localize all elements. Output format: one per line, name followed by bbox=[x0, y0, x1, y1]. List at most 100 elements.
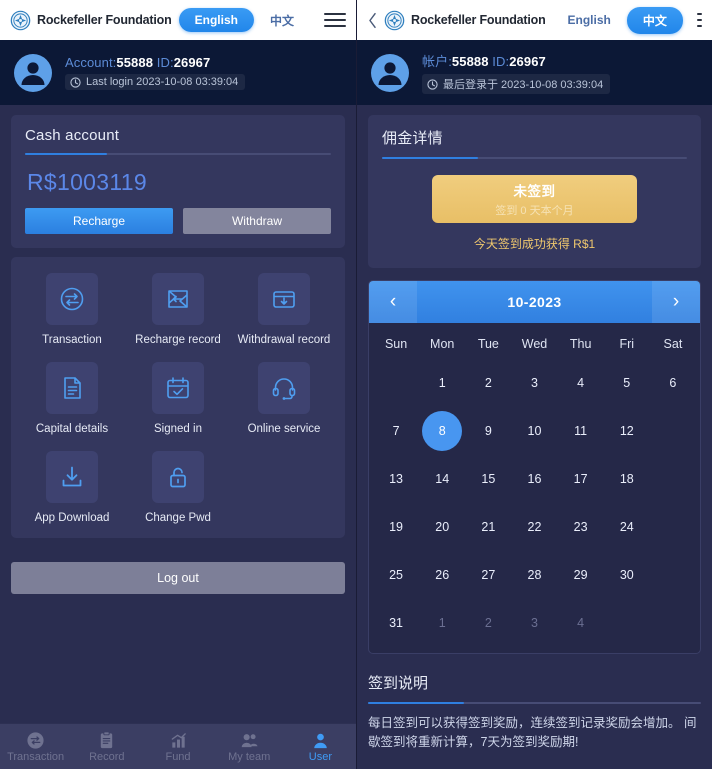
calendar-day-number: 11 bbox=[574, 424, 588, 438]
back-arrow-icon[interactable] bbox=[367, 7, 378, 33]
nav-item-transaction[interactable]: Transaction bbox=[0, 730, 71, 763]
calendar-next-month-button[interactable]: › bbox=[652, 281, 700, 323]
calendar-day[interactable]: 25 bbox=[373, 555, 419, 595]
commission-card: 佣金详情 未签到 签到 0 天本个月 今天签到成功获得 R$1 bbox=[368, 115, 701, 268]
calendar-day[interactable]: 30 bbox=[604, 555, 650, 595]
calendar-day[interactable]: 15 bbox=[465, 459, 511, 499]
calendar-day-number bbox=[653, 507, 693, 547]
record-nav-icon bbox=[97, 730, 117, 750]
tile-capital-details[interactable]: Capital details bbox=[19, 362, 125, 435]
left-lang-english[interactable]: English bbox=[178, 8, 254, 32]
calendar-day[interactable]: 5 bbox=[604, 363, 650, 403]
calendar-day[interactable]: 23 bbox=[558, 507, 604, 547]
calendar-day[interactable]: 1 bbox=[419, 363, 465, 403]
capital-details-icon bbox=[46, 362, 98, 414]
commission-title: 佣金详情 bbox=[382, 130, 443, 147]
calendar-day[interactable]: 26 bbox=[419, 555, 465, 595]
calendar-day[interactable]: 24 bbox=[604, 507, 650, 547]
calendar-day bbox=[650, 459, 696, 499]
sign-in-button[interactable]: 未签到 签到 0 天本个月 bbox=[432, 175, 637, 223]
nav-label: User bbox=[308, 751, 333, 763]
nav-item-user[interactable]: User bbox=[285, 730, 356, 763]
withdraw-button[interactable]: Withdraw bbox=[183, 208, 331, 234]
nav-item-record[interactable]: Record bbox=[71, 730, 142, 763]
calendar-day[interactable]: 6 bbox=[650, 363, 696, 403]
calendar-day bbox=[650, 507, 696, 547]
tile-recharge-record[interactable]: Recharge record bbox=[125, 273, 231, 346]
calendar-day[interactable]: 28 bbox=[511, 555, 557, 595]
calendar-day[interactable]: 4 bbox=[558, 603, 604, 643]
right-language-switcher: English 中文 bbox=[552, 6, 683, 34]
tile-withdrawal-record[interactable]: Withdrawal record bbox=[231, 273, 337, 346]
calendar-day-number bbox=[653, 603, 693, 643]
cash-action-buttons: Recharge Withdraw bbox=[25, 208, 331, 234]
nav-item-fund[interactable]: Fund bbox=[142, 730, 213, 763]
tile-change-pwd[interactable]: Change Pwd bbox=[125, 451, 231, 524]
calendar-day[interactable]: 16 bbox=[511, 459, 557, 499]
calendar-day[interactable]: 22 bbox=[511, 507, 557, 547]
calendar-day-today[interactable]: 8 bbox=[419, 411, 465, 451]
calendar-day[interactable]: 17 bbox=[558, 459, 604, 499]
right-brand-name: Rockefeller Foundation bbox=[411, 13, 546, 27]
calendar-day[interactable]: 3 bbox=[511, 363, 557, 403]
calendar-day[interactable]: 2 bbox=[465, 603, 511, 643]
calendar-day[interactable]: 31 bbox=[373, 603, 419, 643]
right-lang-chinese[interactable]: 中文 bbox=[626, 6, 683, 34]
sign-in-sub-label: 签到 0 天本个月 bbox=[495, 205, 574, 217]
tile-app-download[interactable]: App Download bbox=[19, 451, 125, 524]
calendar-day-number: 19 bbox=[389, 520, 404, 534]
calendar-day bbox=[650, 603, 696, 643]
calendar-day[interactable]: 21 bbox=[465, 507, 511, 547]
calendar-prev-month-button[interactable]: ‹ bbox=[369, 281, 417, 323]
feature-grid: Transaction Recharge record Withdrawal r… bbox=[19, 273, 337, 524]
calendar-day[interactable]: 19 bbox=[373, 507, 419, 547]
tile-label: Transaction bbox=[42, 334, 102, 346]
left-avatar bbox=[12, 52, 54, 94]
left-language-switcher: English 中文 bbox=[178, 7, 310, 34]
calendar-day-number: 3 bbox=[531, 616, 538, 630]
left-lang-chinese[interactable]: 中文 bbox=[254, 7, 310, 34]
logout-button[interactable]: Log out bbox=[11, 562, 345, 594]
calendar-day[interactable]: 18 bbox=[604, 459, 650, 499]
tile-signed-in[interactable]: Signed in bbox=[125, 362, 231, 435]
weekday-label: Sun bbox=[384, 337, 408, 351]
signin-calendar: ‹ 10-2023 › Sun Mon Tue Wed Thu Fri Sat … bbox=[368, 280, 701, 654]
calendar-day[interactable]: 11 bbox=[558, 411, 604, 451]
calendar-day-number: 6 bbox=[669, 376, 677, 390]
calendar-day-number: 28 bbox=[527, 568, 542, 582]
right-last-login: 最后登录于 2023-10-08 03:39:04 bbox=[422, 74, 611, 94]
calendar-day[interactable]: 7 bbox=[373, 411, 419, 451]
calendar-day[interactable]: 9 bbox=[465, 411, 511, 451]
recharge-button[interactable]: Recharge bbox=[25, 208, 173, 234]
weekday-label: Sat bbox=[663, 337, 683, 351]
signed-in-icon bbox=[152, 362, 204, 414]
calendar-day[interactable]: 29 bbox=[558, 555, 604, 595]
calendar-day[interactable]: 4 bbox=[558, 363, 604, 403]
tile-label: Signed in bbox=[154, 423, 202, 435]
calendar-day[interactable]: 3 bbox=[511, 603, 557, 643]
calendar-day[interactable]: 20 bbox=[419, 507, 465, 547]
right-id-label: ID: bbox=[492, 54, 510, 69]
calendar-day[interactable]: 1 bbox=[419, 603, 465, 643]
calendar-day[interactable]: 13 bbox=[373, 459, 419, 499]
calendar-day[interactable]: 12 bbox=[604, 411, 650, 451]
right-hamburger-menu-icon[interactable] bbox=[696, 12, 702, 28]
tile-transaction[interactable]: Transaction bbox=[19, 273, 125, 346]
calendar-day-number: 23 bbox=[573, 520, 588, 534]
left-hamburger-menu-icon[interactable] bbox=[324, 12, 346, 28]
calendar-day[interactable]: 10 bbox=[511, 411, 557, 451]
right-lang-english[interactable]: English bbox=[552, 8, 627, 32]
right-account-line: 帐户:55888 ID:26967 bbox=[422, 51, 610, 70]
calendar-day[interactable]: 14 bbox=[419, 459, 465, 499]
calendar-day-number: 16 bbox=[527, 472, 542, 486]
cash-account-card: Cash account R$1003119 Recharge Withdraw bbox=[11, 115, 345, 248]
nav-label: Transaction bbox=[7, 751, 65, 763]
right-avatar bbox=[369, 52, 411, 94]
left-account-label: Account: bbox=[65, 55, 117, 70]
weekday-label: Wed bbox=[521, 337, 548, 351]
nav-item-my-team[interactable]: My team bbox=[214, 730, 285, 763]
calendar-day-number: 5 bbox=[623, 376, 631, 390]
calendar-day[interactable]: 2 bbox=[465, 363, 511, 403]
calendar-day[interactable]: 27 bbox=[465, 555, 511, 595]
tile-online-service[interactable]: Online service bbox=[231, 362, 337, 435]
